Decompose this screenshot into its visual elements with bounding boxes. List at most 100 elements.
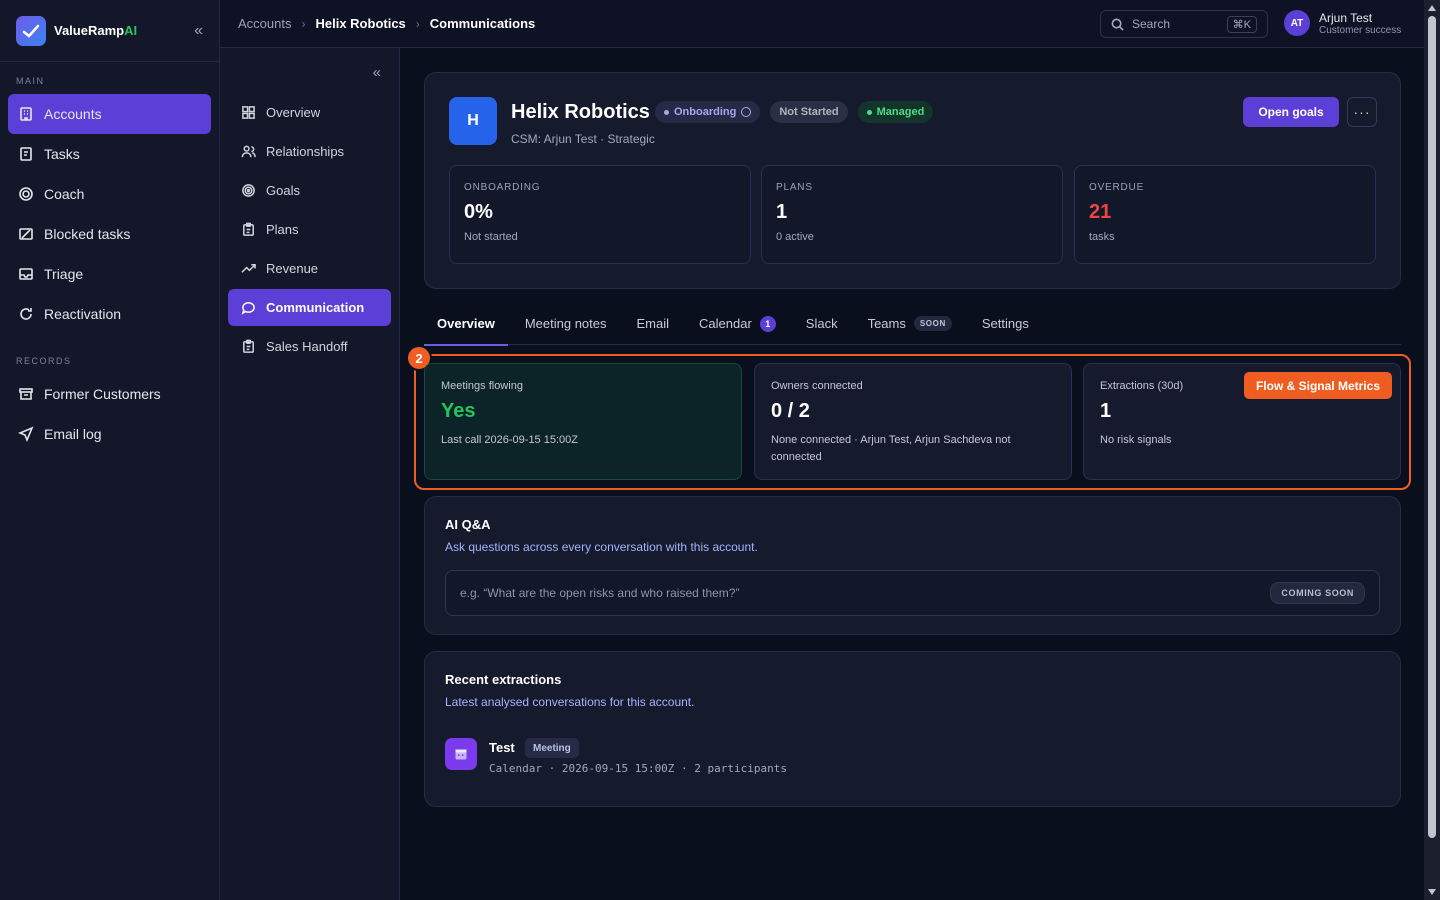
sidebar-item-former-customers[interactable]: Former Customers xyxy=(8,374,211,414)
search-icon xyxy=(1111,18,1124,31)
collapse-sidebar-icon[interactable]: « xyxy=(194,22,203,40)
stat-label: ONBOARDING xyxy=(464,182,541,193)
breadcrumb-account[interactable]: Helix Robotics xyxy=(315,16,405,31)
stat-value: 1 xyxy=(776,201,788,223)
user-menu[interactable]: AT Arjun Test Customer success xyxy=(1284,10,1401,36)
stat-label: PLANS xyxy=(776,182,813,193)
extraction-name[interactable]: Test xyxy=(489,740,515,755)
open-goals-button[interactable]: Open goals xyxy=(1243,97,1339,127)
flow-signal-metrics-button[interactable]: Flow & Signal Metrics xyxy=(1243,372,1392,399)
tab-calendar[interactable]: Calendar 1 xyxy=(686,302,789,345)
trend-icon xyxy=(240,261,256,277)
subnav-item-relationships[interactable]: Relationships xyxy=(228,133,391,170)
sidebar-item-label: Reactivation xyxy=(44,306,122,322)
user-name: Arjun Test xyxy=(1319,10,1373,25)
scroll-up-icon[interactable] xyxy=(1428,5,1436,11)
refresh-icon xyxy=(18,306,34,322)
calendar-icon xyxy=(445,738,477,770)
section-label-records: RECORDS xyxy=(16,356,72,366)
metric-value: Yes xyxy=(441,400,476,422)
user-role: Customer success xyxy=(1319,24,1402,36)
avatar: AT xyxy=(1284,10,1310,36)
metric-value: 0 / 2 xyxy=(771,400,810,422)
clipboard-icon xyxy=(240,339,256,355)
tab-email[interactable]: Email xyxy=(624,302,683,345)
sidebar-item-reactivation[interactable]: Reactivation xyxy=(8,294,211,334)
tab-slack[interactable]: Slack xyxy=(793,302,851,345)
onboarding-badge[interactable]: Onboarding xyxy=(655,101,761,123)
tab-teams[interactable]: Teams SOON xyxy=(855,302,965,345)
account-subtitle: CSM: Arjun Test · Strategic xyxy=(511,132,655,146)
sidebar-item-blocked-tasks[interactable]: Blocked tasks xyxy=(8,214,211,254)
scrollbar[interactable] xyxy=(1424,0,1440,900)
account-subnav: « Overview Relationships Goals Plans Rev… xyxy=(220,0,400,900)
account-header-card: H Helix Robotics Onboarding Not Started … xyxy=(424,72,1401,289)
search-input[interactable]: Search ⌘K xyxy=(1100,10,1268,38)
extraction-meta: Calendar · 2026-09-15 15:00Z · 2 partici… xyxy=(489,762,788,775)
brand: ValueRampAI « xyxy=(0,0,219,62)
tab-overview[interactable]: Overview xyxy=(424,302,508,346)
metric-label: Meetings flowing xyxy=(441,380,523,392)
account-avatar: H xyxy=(449,97,497,145)
inbox-icon xyxy=(18,266,34,282)
users-icon xyxy=(240,144,256,160)
blocked-icon xyxy=(18,226,34,242)
subnav-item-overview[interactable]: Overview xyxy=(228,94,391,131)
subnav-item-label: Goals xyxy=(266,183,300,198)
section-label-main: MAIN xyxy=(16,76,45,86)
sidebar-item-triage[interactable]: Triage xyxy=(8,254,211,294)
metric-label: Owners connected xyxy=(771,380,863,392)
recent-extractions-title: Recent extractions xyxy=(445,672,562,687)
stat-sub: Not started xyxy=(464,231,518,243)
scroll-thumb[interactable] xyxy=(1428,16,1436,838)
breadcrumb: Accounts › Helix Robotics › Communicatio… xyxy=(238,16,535,31)
brand-logo-icon[interactable] xyxy=(16,15,46,46)
stat-overdue: OVERDUE 21 tasks xyxy=(1074,165,1376,264)
status-badge: Not Started xyxy=(770,101,848,123)
subnav-item-goals[interactable]: Goals xyxy=(228,172,391,209)
metric-extractions: Extractions (30d) 1 No risk signals Flow… xyxy=(1083,363,1401,480)
sidebar-item-label: Former Customers xyxy=(44,386,161,402)
topbar: Accounts › Helix Robotics › Communicatio… xyxy=(220,0,1424,48)
sidebar-item-accounts[interactable]: Accounts xyxy=(8,94,211,134)
building-icon xyxy=(18,106,34,122)
metric-sub: None connected · Arjun Test, Arjun Sachd… xyxy=(771,434,1011,463)
breadcrumb-accounts[interactable]: Accounts xyxy=(238,16,291,31)
ai-qa-input[interactable]: e.g. “What are the open risks and who ra… xyxy=(445,570,1380,616)
managed-badge: Managed xyxy=(857,101,934,123)
subnav-item-communication[interactable]: Communication xyxy=(228,289,391,326)
tab-settings[interactable]: Settings xyxy=(969,302,1042,345)
ai-qa-placeholder: e.g. “What are the open risks and who ra… xyxy=(460,586,740,600)
scroll-down-icon[interactable] xyxy=(1428,889,1436,895)
chevron-right-icon: › xyxy=(301,16,306,31)
stat-sub: 0 active xyxy=(776,231,814,243)
sidebar-item-email-log[interactable]: Email log xyxy=(8,414,211,454)
subnav-item-label: Relationships xyxy=(266,144,345,159)
recent-extractions-card: Recent extractions Latest analysed conve… xyxy=(424,651,1401,807)
ai-qa-subtitle: Ask questions across every conversation … xyxy=(445,540,758,554)
collapse-subnav-icon[interactable]: « xyxy=(220,50,399,94)
tab-meeting-notes[interactable]: Meeting notes xyxy=(512,302,620,345)
sidebar-item-coach[interactable]: Coach xyxy=(8,174,211,214)
stat-value: 0% xyxy=(464,201,493,223)
account-badges: Onboarding Not Started Managed xyxy=(655,101,934,123)
more-options-button[interactable]: ··· xyxy=(1347,97,1377,127)
sidebar-item-tasks[interactable]: Tasks xyxy=(8,134,211,174)
sidebar-item-label: Accounts xyxy=(44,106,102,122)
chevron-right-icon: › xyxy=(415,16,420,31)
send-icon xyxy=(18,426,34,442)
archive-icon xyxy=(18,386,34,402)
stat-label: OVERDUE xyxy=(1089,182,1145,193)
chat-icon xyxy=(240,300,256,316)
subnav-item-plans[interactable]: Plans xyxy=(228,211,391,248)
goal-icon xyxy=(240,183,256,199)
subnav-item-label: Plans xyxy=(266,222,299,237)
grid-icon xyxy=(240,105,256,121)
recent-extractions-subtitle: Latest analysed conversations for this a… xyxy=(445,695,695,709)
stat-plans: PLANS 1 0 active xyxy=(761,165,1063,264)
subnav-item-revenue[interactable]: Revenue xyxy=(228,250,391,287)
subnav-item-sales-handoff[interactable]: Sales Handoff xyxy=(228,328,391,365)
ai-qa-card: AI Q&A Ask questions across every conver… xyxy=(424,496,1401,635)
extraction-type-badge: Meeting xyxy=(525,738,579,758)
stat-sub: tasks xyxy=(1089,231,1115,243)
